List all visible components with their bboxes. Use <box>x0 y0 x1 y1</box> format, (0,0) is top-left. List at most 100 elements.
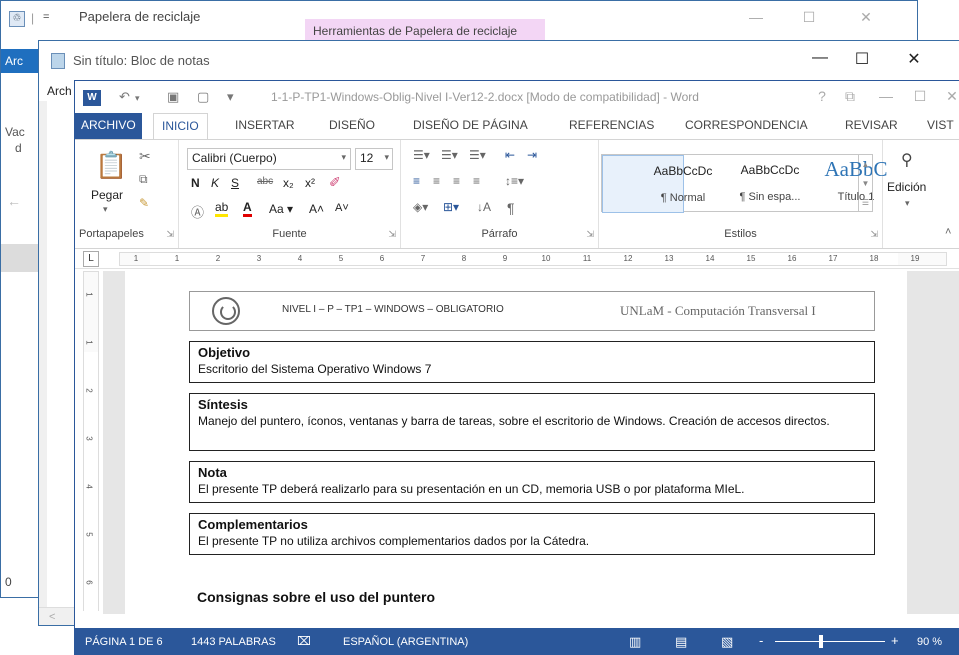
tab-archivo[interactable]: ARCHIVO <box>75 113 142 139</box>
tab-revisar[interactable]: REVISAR <box>845 118 898 132</box>
gallery-up-icon[interactable]: ▲ <box>859 155 872 174</box>
objetivo-box[interactable]: Objetivo Escritorio del Sistema Operativ… <box>189 341 875 383</box>
undo-icon[interactable]: ↶ <box>119 89 130 105</box>
read-mode-icon[interactable]: ▥ <box>629 634 641 650</box>
menu-archivo[interactable]: Arch <box>47 84 72 98</box>
close-button[interactable]: ✕ <box>851 9 881 29</box>
increase-indent-icon[interactable]: ⇥ <box>527 148 537 162</box>
bold-button[interactable]: N <box>191 176 200 190</box>
font-color-icon[interactable]: A <box>243 200 252 217</box>
back-arrow-icon[interactable]: ← <box>7 193 21 209</box>
find-binoculars-icon[interactable]: ⚲ <box>901 150 913 170</box>
align-left-icon[interactable]: ≡ <box>413 174 420 188</box>
undo-dropdown-icon[interactable]: ▾ <box>135 93 140 104</box>
shrink-font-button[interactable]: A˅ <box>335 202 349 214</box>
new-document-icon[interactable]: ▢ <box>197 89 209 105</box>
scroll-left-icon[interactable]: < <box>49 611 55 623</box>
language-indicator[interactable]: ESPAÑOL (ARGENTINA) <box>343 636 468 648</box>
font-name-combo[interactable]: Calibri (Cuerpo) ▾ <box>187 148 351 170</box>
grow-font-button[interactable]: A˄ <box>309 202 324 216</box>
paragraph-launcher-icon[interactable]: ⇲ <box>586 229 594 240</box>
strikethrough-button[interactable]: abc <box>257 176 273 187</box>
document-page[interactable]: NIVEL I – P – TP1 – WINDOWS – OBLIGATORI… <box>125 271 907 614</box>
style-no-spacing[interactable]: AaBbCcDc ¶ Sin espa... <box>688 155 801 213</box>
proofing-icon[interactable]: ⌧ <box>297 634 311 648</box>
notepad-titlebar[interactable]: Sin título: Bloc de notas — ☐ ✕ <box>39 41 959 81</box>
sintesis-box[interactable]: Síntesis Manejo del puntero, íconos, ven… <box>189 393 875 451</box>
shading-icon[interactable]: ◈▾ <box>413 200 428 214</box>
selected-nav-item[interactable] <box>1 244 41 272</box>
clipboard-launcher-icon[interactable]: ⇲ <box>166 229 174 240</box>
document-canvas[interactable]: NIVEL I – P – TP1 – WINDOWS – OBLIGATORI… <box>103 271 959 614</box>
complementarios-box[interactable]: Complementarios El presente TP no utiliz… <box>189 513 875 555</box>
copy-icon[interactable]: ⧉ <box>139 172 148 187</box>
zoom-level[interactable]: 90 % <box>917 636 942 648</box>
maximize-button[interactable]: ☐ <box>909 88 931 105</box>
page-count[interactable]: PÁGINA 1 DE 6 <box>85 636 163 648</box>
word-window[interactable]: W ↶ ▾ ▣ ▢ ▾ 1-1-P-TP1-Windows-Oblig-Nive… <box>74 80 959 655</box>
tab-insertar[interactable]: INSERTAR <box>235 118 295 132</box>
multilevel-list-icon[interactable]: ☰▾ <box>469 148 486 162</box>
word-titlebar[interactable]: W ↶ ▾ ▣ ▢ ▾ 1-1-P-TP1-Windows-Oblig-Nive… <box>75 81 959 113</box>
empty-bin-label[interactable]: Vac <box>5 125 25 139</box>
styles-gallery-scroll[interactable]: ▲ ▼ ☰ <box>859 154 873 212</box>
justify-icon[interactable]: ≡ <box>473 174 480 188</box>
styles-launcher-icon[interactable]: ⇲ <box>870 229 878 240</box>
text-effects-icon[interactable]: Ⓐ <box>191 202 204 221</box>
maximize-button[interactable]: ☐ <box>794 9 824 29</box>
ruler-bar[interactable]: 1 1 2 3 4 5 6 7 8 9 10 11 12 13 14 15 16 17 18 19 <box>119 252 947 266</box>
style-normal[interactable]: AaBbCcDc ¶ Normal <box>602 155 712 213</box>
minimize-button[interactable]: — <box>741 9 771 29</box>
tab-diseno-pagina[interactable]: DISEÑO DE PÁGINA <box>413 118 528 132</box>
tab-correspondencia[interactable]: CORRESPONDENCIA <box>685 118 808 132</box>
vertical-ruler[interactable]: 1 1 2 3 4 5 6 <box>83 271 99 612</box>
horizontal-scrollbar[interactable]: < <box>39 607 79 625</box>
show-formatting-marks-icon[interactable]: ¶ <box>507 200 515 216</box>
minimize-button[interactable]: — <box>875 88 897 104</box>
ribbon-display-options-icon[interactable]: ⧉ <box>839 88 861 105</box>
superscript-button[interactable]: x² <box>305 176 315 190</box>
font-size-dropdown-icon[interactable]: ▾ <box>384 152 389 163</box>
customize-quick-access-icon[interactable]: ▾ <box>227 89 234 105</box>
change-case-button[interactable]: Aa ▾ <box>269 202 293 216</box>
paste-icon[interactable]: 📋 <box>95 150 127 181</box>
line-spacing-icon[interactable]: ↕≡▾ <box>505 174 524 188</box>
tab-inicio[interactable]: INICIO <box>153 113 208 140</box>
align-right-icon[interactable]: ≡ <box>453 174 460 188</box>
help-button[interactable]: ? <box>811 88 833 104</box>
editing-button[interactable]: Edición <box>887 180 926 194</box>
italic-button[interactable]: K <box>211 176 219 190</box>
save-icon[interactable]: ▣ <box>167 89 179 105</box>
tab-vista[interactable]: VIST <box>927 118 954 132</box>
zoom-slider-thumb[interactable] <box>819 635 824 648</box>
tab-diseno[interactable]: DISEÑO <box>329 118 375 132</box>
collapse-ribbon-icon[interactable]: ˄ <box>945 226 951 238</box>
numbering-icon[interactable]: ☰▾ <box>441 148 458 162</box>
font-launcher-icon[interactable]: ⇲ <box>388 229 396 240</box>
font-name-dropdown-icon[interactable]: ▾ <box>341 152 346 163</box>
minimize-button[interactable]: — <box>805 49 835 71</box>
group-editing[interactable]: ⚲ Edición ▾ <box>883 140 939 248</box>
close-button[interactable]: ✕ <box>899 49 929 71</box>
vertical-scrollbar[interactable] <box>39 101 47 611</box>
nota-box[interactable]: Nota El presente TP deberá realizarlo pa… <box>189 461 875 503</box>
style-heading-1[interactable]: AaBbC Título 1 <box>774 155 888 213</box>
clear-formatting-icon[interactable]: ✐ <box>329 174 341 191</box>
gallery-down-icon[interactable]: ▼ <box>859 174 872 193</box>
zoom-out-button[interactable]: - <box>759 633 763 648</box>
paste-button[interactable]: Pegar <box>91 188 123 202</box>
recycle-bin-file-tab[interactable]: Arc <box>1 49 41 73</box>
tab-referencias[interactable]: REFERENCIAS <box>569 118 654 132</box>
borders-icon[interactable]: ⊞▾ <box>443 200 459 214</box>
zoom-in-button[interactable]: + <box>891 633 899 648</box>
highlight-color-icon[interactable]: ab <box>215 200 229 217</box>
horizontal-ruler[interactable]: L 1 1 2 3 4 5 6 7 8 9 10 11 12 13 14 15 16 17 18 19 <box>75 249 959 269</box>
align-center-icon[interactable]: ≡ <box>433 174 440 188</box>
cut-icon[interactable]: ✂ <box>139 148 151 165</box>
print-layout-icon[interactable]: ▤ <box>675 634 687 650</box>
subscript-button[interactable]: x₂ <box>283 176 294 190</box>
sort-icon[interactable]: ↓A <box>477 200 491 214</box>
zoom-slider[interactable] <box>775 641 885 642</box>
paste-dropdown-icon[interactable]: ▾ <box>103 204 108 215</box>
tab-selector[interactable]: L <box>83 251 99 267</box>
